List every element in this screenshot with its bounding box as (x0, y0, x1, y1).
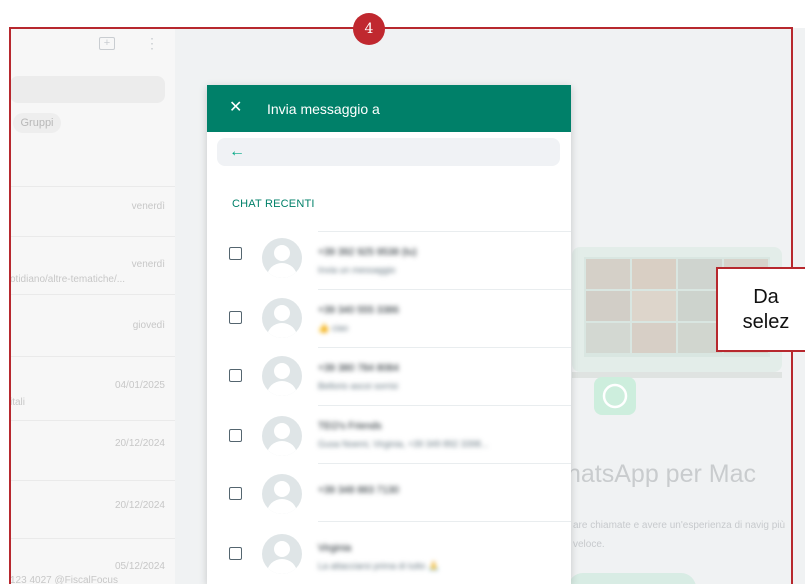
chat-preview: otidiano/altre-tematiche/... (10, 274, 126, 285)
divider (10, 420, 175, 421)
contact-row[interactable]: Virginia La attacciarsi prima di tutto 🙏 (207, 521, 571, 579)
row-divider (318, 231, 571, 232)
screenshot-frame: + ⋮ Gruppi venerdì venerdì giovedì 04/01… (0, 0, 805, 584)
contact-status: Gusa Noemi, Virginia, +39 349 892 3398..… (318, 439, 489, 449)
close-icon[interactable]: ✕ (229, 96, 242, 120)
row-divider (318, 463, 571, 464)
chat-date: venerdì (131, 259, 165, 270)
contact-name: TEO's Friends (318, 421, 382, 432)
chat-date: 04/01/2025 (114, 380, 165, 391)
divider (10, 294, 175, 295)
avatar (262, 474, 302, 514)
welcome-title: hatsApp per Mac (567, 460, 756, 488)
dialog-header: ✕ Invia messaggio a (207, 85, 571, 132)
chat-date: giovedì (132, 320, 165, 331)
checkbox[interactable] (229, 487, 242, 500)
contact-row[interactable]: TEO's Friends Gusa Noemi, Virginia, +39 … (207, 405, 571, 463)
new-chat-icon[interactable]: + (99, 37, 115, 50)
send-message-dialog: ✕ Invia messaggio a ← CHAT RECENTI +39 3… (207, 85, 571, 584)
chat-preview: itali (10, 397, 26, 408)
avatar (262, 416, 302, 456)
welcome-subtitle: are chiamate e avere un'esperienza di na… (573, 520, 786, 550)
avatar (262, 356, 302, 396)
chat-date: 05/12/2024 (114, 561, 165, 572)
row-divider (318, 347, 571, 348)
contact-status: Invia un messaggio (318, 265, 396, 275)
contact-row[interactable]: +39 340 555 3386 👍 ciao (207, 289, 571, 347)
dialog-title: Invia messaggio a (267, 101, 380, 117)
avatar (262, 298, 302, 338)
contact-name: +39 348 883 7130 (318, 485, 399, 496)
contact-name: Virginia (318, 543, 352, 554)
checkbox[interactable] (229, 429, 242, 442)
contact-row[interactable]: +39 380 784 8084 Bellorio ascoi sorrisi (207, 347, 571, 405)
divider (10, 538, 175, 539)
chat-preview: 123 4027 @FiscalFocus (10, 575, 118, 584)
contact-row[interactable]: +39 348 883 7130 (207, 463, 571, 521)
divider (10, 356, 175, 357)
chat-date: 20/12/2024 (114, 438, 165, 449)
checkbox[interactable] (229, 369, 242, 382)
step-badge: 4 (353, 13, 385, 45)
recent-chats-heading: CHAT RECENTI (232, 198, 315, 210)
contact-status: 👍 ciao (318, 323, 349, 333)
row-divider (318, 405, 571, 406)
callout-line: selez (742, 311, 790, 333)
contact-status: La attacciarsi prima di tutto 🙏 (318, 561, 440, 571)
chat-search-bar[interactable] (10, 76, 165, 103)
checkbox[interactable] (229, 547, 242, 560)
avatar (262, 238, 302, 278)
dialog-search-bar[interactable]: ← (217, 138, 560, 166)
contact-name: +39 380 784 8084 (318, 363, 399, 374)
avatar (262, 534, 302, 574)
divider (10, 236, 175, 237)
contact-name: +39 392 925 9538 (tu) (318, 247, 417, 258)
divider (10, 186, 175, 187)
filter-chip-groups[interactable]: Gruppi (13, 113, 61, 133)
row-divider (318, 289, 571, 290)
contact-name: +39 340 555 3386 (318, 305, 399, 316)
contact-row[interactable]: +39 392 925 9538 (tu) Invia un messaggio (207, 231, 571, 289)
row-divider (318, 521, 571, 522)
checkbox[interactable] (229, 311, 242, 324)
checkbox[interactable] (229, 247, 242, 260)
callout-box: Da selez (716, 267, 805, 352)
callout-line: Da (753, 286, 779, 308)
chat-date: 20/12/2024 (114, 500, 165, 511)
menu-icon[interactable]: ⋮ (145, 36, 159, 50)
divider (10, 480, 175, 481)
contact-status: Bellorio ascoi sorrisi (318, 381, 399, 391)
get-app-button[interactable] (568, 573, 696, 584)
back-arrow-icon[interactable]: ← (229, 142, 245, 162)
chat-date: venerdì (131, 201, 165, 212)
